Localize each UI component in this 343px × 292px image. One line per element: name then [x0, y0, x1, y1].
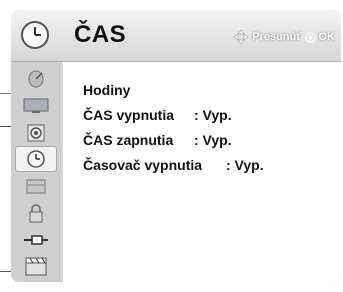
- time-menu-panel: ČAS Presunúť OK Hodiny ČAS vypnutia: Vy…: [11, 10, 341, 282]
- sidebar-item-lock[interactable]: [17, 175, 55, 197]
- satellite-dish-icon: [28, 70, 44, 88]
- plug-cable-icon: [24, 235, 48, 245]
- tv-screen-icon: [23, 98, 49, 113]
- page-title: ČAS: [74, 21, 127, 48]
- padlock-icon: [29, 204, 43, 223]
- sidebar-item-parental[interactable]: [17, 202, 55, 224]
- clapperboard-icon: [25, 257, 47, 276]
- menu-item-clock[interactable]: Hodiny: [83, 82, 130, 98]
- menu-item-value: : Vyp.: [226, 157, 264, 173]
- menu-item-off-time[interactable]: ČAS vypnutia : Vyp.: [83, 107, 232, 123]
- sidebar-item-audio[interactable]: [17, 122, 55, 144]
- ok-button-icon: [304, 31, 316, 43]
- clock-icon: [27, 150, 45, 168]
- menu-content: Hodiny ČAS vypnutia : Vyp. ČAS zapnutia …: [63, 62, 341, 282]
- lock-box-icon: [26, 179, 46, 194]
- menu-item-label: ČAS zapnutia: [83, 132, 174, 148]
- hint-ok-label: OK: [318, 31, 336, 43]
- sidebar-item-media[interactable]: [17, 255, 55, 277]
- menu-item-value: : Vyp.: [194, 132, 232, 148]
- navigation-hint: Presunúť OK: [233, 29, 335, 45]
- menu-item-on-time[interactable]: ČAS zapnutia : Vyp.: [83, 132, 232, 148]
- dpad-arrows-icon: [233, 29, 249, 45]
- category-sidebar: [11, 62, 61, 282]
- menu-header: ČAS Presunúť OK: [11, 10, 341, 62]
- menu-item-label: Hodiny: [83, 82, 131, 98]
- menu-item-value: : Vyp.: [194, 107, 232, 123]
- menu-item-sleep-timer[interactable]: Časovač vypnutia : Vyp.: [83, 157, 264, 173]
- sidebar-item-picture[interactable]: [17, 95, 55, 117]
- hint-move-label: Presunúť: [252, 31, 302, 43]
- speaker-icon: [27, 124, 45, 142]
- sidebar-item-time[interactable]: [15, 146, 57, 172]
- sidebar-item-channels[interactable]: [17, 68, 55, 90]
- sidebar-item-input[interactable]: [17, 229, 55, 251]
- menu-item-label: Časovač vypnutia: [83, 157, 203, 173]
- menu-item-label: ČAS vypnutia: [83, 107, 175, 123]
- clock-icon: [21, 21, 49, 49]
